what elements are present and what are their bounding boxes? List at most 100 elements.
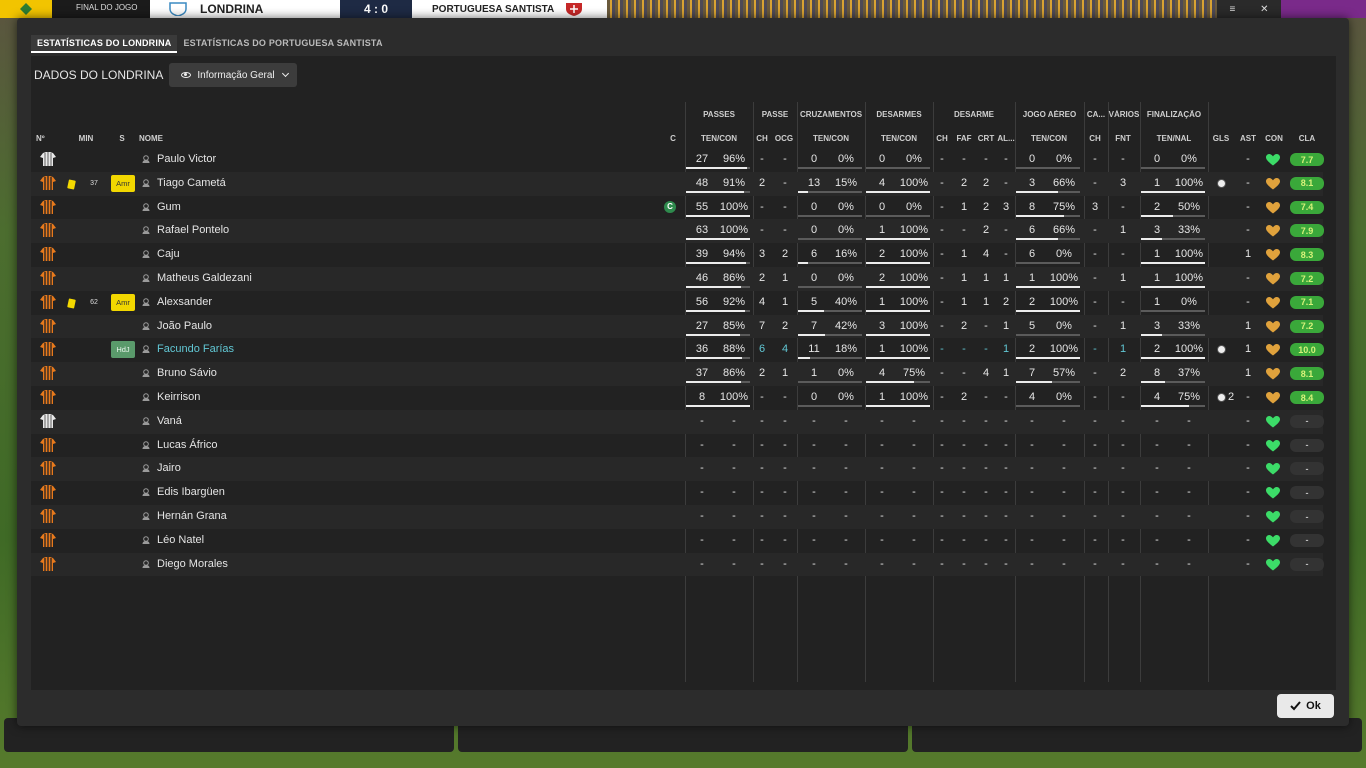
group-header-desarmes[interactable]: DESARMES <box>865 110 933 122</box>
column-header-cruz-tc[interactable]: TEN/CON <box>799 134 863 146</box>
blocks: - <box>1004 510 1008 522</box>
column-header-desarme-faf[interactable]: FAF <box>955 134 973 146</box>
cards: - <box>1093 153 1097 165</box>
condition-heart-orange-icon <box>1266 177 1280 190</box>
group-header-passes[interactable]: PASSES <box>685 110 753 122</box>
cards: - <box>1093 367 1097 380</box>
scorebar-close-icon[interactable]: ✕ <box>1260 4 1268 15</box>
tab-home-stats[interactable]: ESTATÍSTICAS DO LONDRINA <box>31 35 178 53</box>
player-name[interactable]: Caju <box>157 248 180 260</box>
column-header-con[interactable]: CON <box>1263 134 1285 146</box>
column-header-ca-ch[interactable]: CH <box>1086 134 1104 146</box>
column-header-c[interactable]: C <box>668 134 678 146</box>
person-icon <box>142 440 150 449</box>
player-rating: - <box>1290 557 1324 571</box>
fouls: 2 <box>960 391 968 403</box>
team-shirt-icon <box>40 461 56 476</box>
passes-attempted: 37 <box>695 367 709 380</box>
column-header-gls[interactable]: GLS <box>1210 134 1232 146</box>
assists: - <box>1246 391 1250 403</box>
player-name[interactable]: Paulo Victor <box>157 153 216 165</box>
player-name[interactable]: Facundo Farías <box>157 343 234 355</box>
key-tackles: - <box>940 486 944 499</box>
scorebar-menu-icon[interactable]: ≡ <box>1229 4 1235 15</box>
player-rating: 7.7 <box>1290 153 1324 166</box>
shots: - <box>1155 414 1159 427</box>
shots: 4 <box>1153 391 1161 403</box>
blocks: - <box>1004 153 1008 165</box>
headers-attempted: 7 <box>1028 367 1036 380</box>
column-header-ast[interactable]: AST <box>1237 134 1259 146</box>
player-name[interactable]: Hernán Grana <box>157 510 227 522</box>
player-name[interactable]: Vaná <box>157 415 182 427</box>
assists: - <box>1246 462 1250 475</box>
player-name[interactable]: Matheus Galdezani <box>157 272 252 284</box>
player-name[interactable]: Diego Morales <box>157 558 228 570</box>
tackles-attempted: 3 <box>878 319 886 332</box>
crosses-percent: - <box>844 462 848 475</box>
passes-attempted: - <box>700 414 704 427</box>
player-name[interactable]: Rafael Pontelo <box>157 224 229 236</box>
assists: - <box>1246 486 1250 499</box>
tackles-attempted: - <box>880 486 884 499</box>
player-name[interactable]: Tiago Cametá <box>157 177 226 189</box>
column-header-fin-tn[interactable]: TEN/NAL <box>1142 134 1206 146</box>
key-passes: - <box>760 462 764 475</box>
player-name[interactable]: Keirrison <box>157 391 200 403</box>
headers-percent: 100% <box>1049 272 1079 284</box>
fouls: 1 <box>960 272 968 284</box>
player-name[interactable]: João Paulo <box>157 320 212 332</box>
shots-percent: 37% <box>1177 367 1201 380</box>
crosses-attempted: - <box>812 533 816 546</box>
tab-away-stats[interactable]: ESTATÍSTICAS DO PORTUGUESA SANTISTA <box>177 35 388 53</box>
player-name[interactable]: Bruno Sávio <box>157 367 217 379</box>
column-header-passe-ocg[interactable]: OCG <box>773 134 795 146</box>
column-header-s[interactable]: S <box>117 134 127 146</box>
cards: - <box>1093 343 1097 356</box>
group-header-finalizacao[interactable]: FINALIZAÇÃO <box>1140 110 1208 122</box>
column-header-desarme-ch[interactable]: CH <box>935 134 949 146</box>
fouls-against: 1 <box>1119 343 1127 356</box>
passes-percent: - <box>732 533 736 546</box>
clearances: - <box>984 486 988 499</box>
player-name[interactable]: Alexsander <box>157 296 212 308</box>
shots-bar-fill <box>1141 238 1163 241</box>
column-header-min[interactable]: MIN <box>75 134 97 146</box>
headers-attempted: - <box>1030 462 1034 475</box>
column-header-desarme-al[interactable]: AL... <box>997 134 1015 146</box>
cards: - <box>1093 176 1097 189</box>
player-name[interactable]: Edis Ibargüen <box>157 486 225 498</box>
player-name[interactable]: Jairo <box>157 462 181 474</box>
fouls-against: 1 <box>1119 272 1127 284</box>
column-header-varios-fnt[interactable]: FNT <box>1110 134 1136 146</box>
shots: - <box>1155 486 1159 499</box>
group-header-jogo-aereo[interactable]: JOGO AÉREO <box>1015 110 1084 122</box>
column-header-cla[interactable]: CLA <box>1293 134 1321 146</box>
clearances: 2 <box>982 176 990 189</box>
group-header-cruzamentos[interactable]: CRUZAMENTOS <box>797 110 865 122</box>
player-name[interactable]: Lucas Áfrico <box>157 439 218 451</box>
group-header-desarme[interactable]: DESARME <box>933 110 1015 122</box>
team-shirt-icon <box>40 390 56 404</box>
column-header-desarme-crt[interactable]: CRT <box>977 134 995 146</box>
column-header-passe-ch[interactable]: CH <box>755 134 769 146</box>
shots-percent: - <box>1187 557 1191 570</box>
group-header-passe[interactable]: PASSE <box>753 110 797 122</box>
player-name[interactable]: Léo Natel <box>157 534 204 546</box>
column-header-aereo-tc[interactable]: TEN/CON <box>1017 134 1081 146</box>
clearances: - <box>984 319 988 332</box>
group-header-ca[interactable]: CA... <box>1084 110 1108 122</box>
column-header-nome[interactable]: NOME <box>139 134 179 146</box>
headers-percent: - <box>1062 462 1066 475</box>
ok-button[interactable]: Ok <box>1277 694 1334 718</box>
view-dropdown[interactable]: Informação Geral <box>169 63 297 87</box>
shots-bar-fill <box>1141 262 1205 265</box>
player-name[interactable]: Gum <box>157 201 181 213</box>
group-header-varios[interactable]: VÁRIOS <box>1108 110 1140 122</box>
column-header-passes-tc[interactable]: TEN/CON <box>687 134 751 146</box>
passes-percent: 88% <box>722 343 746 356</box>
column-header-num[interactable]: Nº <box>36 134 50 146</box>
shots: 2 <box>1153 343 1161 356</box>
column-header-des-tc[interactable]: TEN/CON <box>867 134 931 146</box>
tackles-attempted: 2 <box>878 248 886 261</box>
